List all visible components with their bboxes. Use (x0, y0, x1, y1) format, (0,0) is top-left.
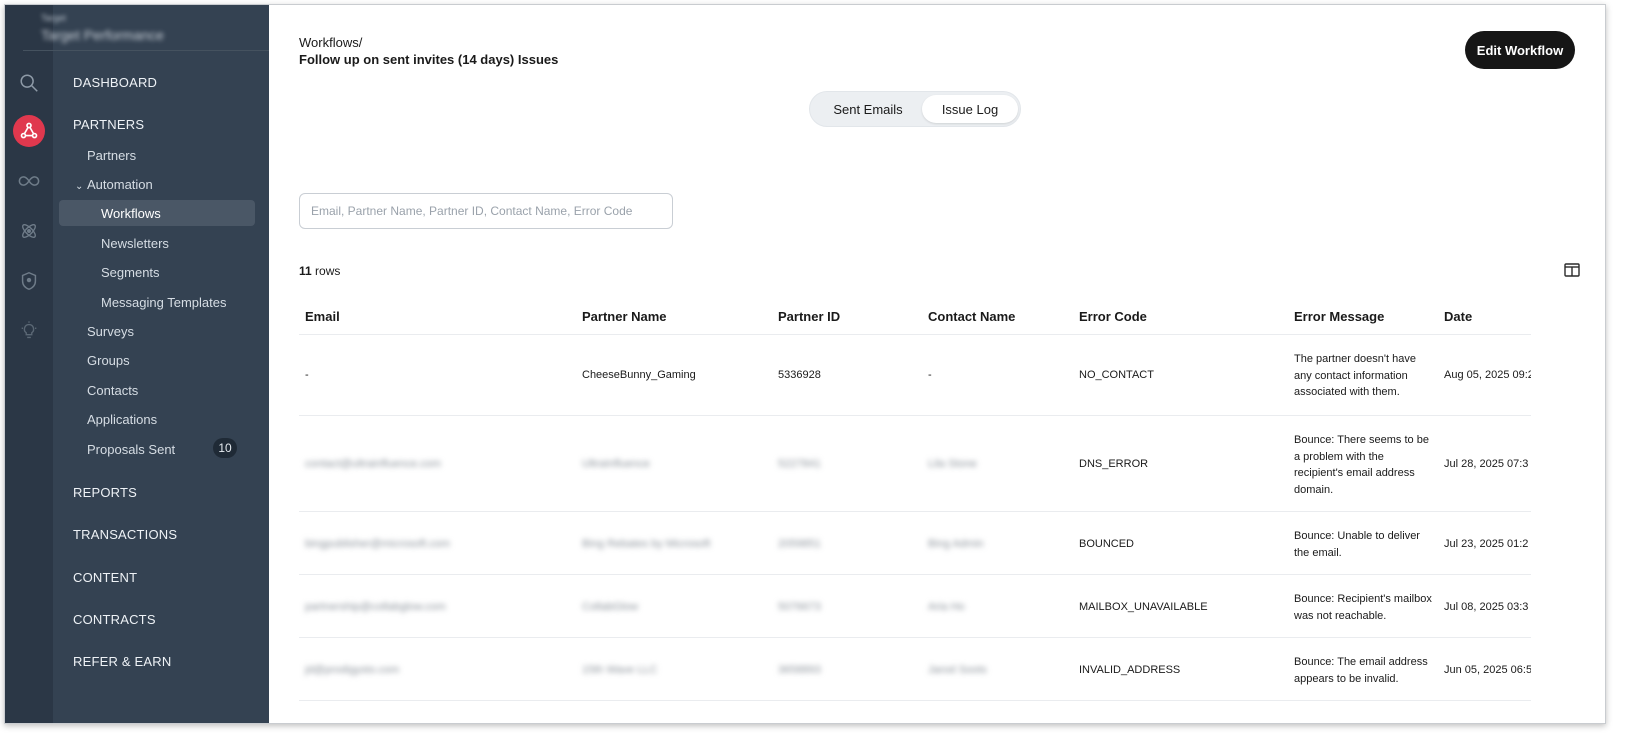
column-header-partner-id[interactable]: Partner ID (778, 309, 840, 324)
tab-issue-log[interactable]: Issue Log (922, 95, 1018, 123)
sidebar-item-workflows[interactable]: Workflows (59, 200, 255, 226)
column-header-error-message[interactable]: Error Message (1294, 309, 1384, 324)
sidebar-item-label: Contacts (87, 383, 139, 398)
cell-error-message: Bounce: Recipient's mailbox was not reac… (1294, 593, 1432, 622)
sidebar-item-label: Surveys (87, 324, 134, 339)
column-header-contact-name[interactable]: Contact Name (928, 309, 1015, 324)
cell-partner-name: UltraInfluence (582, 458, 650, 470)
nav-section-contracts[interactable]: CONTRACTS (73, 612, 156, 627)
cell-error-message: Bounce: The email address appears to be … (1294, 656, 1428, 685)
cell-partner-id: 3658893 (778, 664, 821, 676)
table-row[interactable]: jd@prodigysto.com 15th Wave LLC 3658893 … (299, 638, 1531, 701)
table-row[interactable]: partnership@collabglow.com CollabGlow 50… (299, 575, 1531, 638)
cell-error-message: Bounce: There seems to be a problem with… (1294, 434, 1429, 496)
cell-email: partnership@collabglow.com (305, 601, 446, 613)
sidebar-item-label: Workflows (101, 206, 161, 221)
sidebar-item-label: Groups (87, 353, 130, 368)
cell-date: Jun 05, 2025 06:5 (1444, 664, 1531, 676)
lightbulb-icon[interactable] (13, 315, 45, 347)
sidebar-item-label: Newsletters (101, 236, 169, 251)
cell-contact-name: Aria Ho (928, 601, 965, 613)
view-tabs: Sent Emails Issue Log (809, 91, 1021, 127)
nav-section-dashboard[interactable]: DASHBOARD (73, 75, 157, 90)
cell-partner-name: 15th Wave LLC (582, 664, 658, 676)
sidebar-item-label: Automation (87, 177, 153, 192)
cell-contact-name: - (928, 369, 932, 381)
nav-section-partners[interactable]: PARTNERS (73, 117, 144, 132)
page-title: Follow up on sent invites (14 days) Issu… (299, 52, 559, 67)
table-row[interactable]: - CheeseBunny_Gaming 5336928 - NO_CONTAC… (299, 335, 1531, 416)
column-header-partner-name[interactable]: Partner Name (582, 309, 667, 324)
cell-date: Jul 08, 2025 03:3 (1444, 601, 1529, 613)
search-icon[interactable] (13, 67, 45, 99)
cell-date: Jul 28, 2025 07:3 (1444, 458, 1529, 470)
cell-email: - (305, 369, 309, 381)
nav-section-refer-earn[interactable]: REFER & EARN (73, 654, 171, 669)
app-window: Target Target Performance DASHBOARD PART… (4, 4, 1606, 724)
cell-error-code: BOUNCED (1079, 538, 1135, 550)
sidebar-item-label: Partners (87, 148, 137, 163)
cell-partner-name: CheeseBunny_Gaming (582, 369, 696, 381)
cell-error-code: MAILBOX_UNAVAILABLE (1079, 601, 1208, 613)
cell-contact-name: Bing Admin (928, 538, 984, 550)
brand-header: Target Target Performance (23, 5, 269, 51)
proposals-count-badge: 10 (213, 438, 237, 458)
cell-contact-name: Lila Stone (928, 458, 977, 470)
icon-rail (5, 5, 53, 723)
nav-section-content[interactable]: CONTENT (73, 570, 137, 585)
cell-partner-id: 2059851 (778, 538, 821, 550)
tab-sent-emails[interactable]: Sent Emails (814, 95, 922, 123)
table-row[interactable]: contact@ultrainfluence.com UltraInfluenc… (299, 416, 1531, 512)
cell-contact-name: Jarod Soots (928, 664, 987, 676)
nav-section-transactions[interactable]: TRANSACTIONS (73, 527, 177, 542)
cell-error-code: DNS_ERROR (1079, 458, 1149, 470)
cell-partner-id: 5227841 (778, 458, 821, 470)
atom-icon[interactable] (13, 215, 45, 247)
nav-section-reports[interactable]: REPORTS (73, 485, 137, 500)
cell-error-code: NO_CONTACT (1079, 369, 1154, 381)
brand-name: Target Performance (41, 27, 164, 43)
sidebar-item-label: Segments (101, 265, 160, 280)
column-header-date[interactable]: Date (1444, 309, 1472, 324)
edit-workflow-button[interactable]: Edit Workflow (1465, 31, 1575, 69)
cell-partner-id: 5076673 (778, 601, 821, 613)
sidebar-item-label: Proposals Sent (87, 442, 176, 457)
cell-date: Aug 05, 2025 09:2 (1444, 369, 1531, 381)
row-count-suffix: rows (311, 264, 341, 278)
cell-email: contact@ultrainfluence.com (305, 458, 441, 470)
cell-partner-name: CollabGlow (582, 601, 639, 613)
table-header: Email Partner Name Partner ID Contact Na… (299, 303, 1531, 335)
sidebar-item-label: Messaging Templates (101, 295, 227, 310)
cell-error-code: INVALID_ADDRESS (1079, 664, 1181, 676)
brand-small-label: Target (41, 13, 67, 23)
table-row[interactable]: bingpublisher@microsoft.com Bing Rebates… (299, 512, 1531, 575)
cell-error-message: Bounce: Unable to deliver the email. (1294, 530, 1420, 559)
sidebar-nav: Target Target Performance DASHBOARD PART… (23, 5, 269, 723)
shield-icon[interactable] (13, 265, 45, 297)
chevron-down-icon[interactable]: ⌄ (75, 181, 83, 192)
sidebar-item-label: Applications (87, 412, 158, 427)
column-settings-icon[interactable] (1561, 259, 1583, 281)
column-header-error-code[interactable]: Error Code (1079, 309, 1147, 324)
row-count: 11 rows (299, 264, 340, 278)
cell-error-message: The partner doesn't have any contact inf… (1294, 353, 1416, 398)
search-input[interactable] (299, 193, 673, 229)
issues-table: Email Partner Name Partner ID Contact Na… (299, 303, 1531, 723)
column-header-email[interactable]: Email (305, 309, 340, 324)
cell-email: bingpublisher@microsoft.com (305, 538, 451, 550)
cell-partner-name: Bing Rebates by Microsoft (582, 538, 711, 550)
cell-partner-id: 5336928 (778, 369, 821, 381)
infinity-icon[interactable] (13, 165, 45, 197)
cell-date: Jul 23, 2025 01:2 (1444, 538, 1529, 550)
row-count-number: 11 (299, 264, 312, 278)
partners-network-icon[interactable] (13, 115, 45, 147)
breadcrumb[interactable]: Workflows/ (299, 35, 362, 50)
main-content: Workflows/ Follow up on sent invites (14… (269, 5, 1605, 723)
cell-email: jd@prodigysto.com (305, 664, 400, 676)
